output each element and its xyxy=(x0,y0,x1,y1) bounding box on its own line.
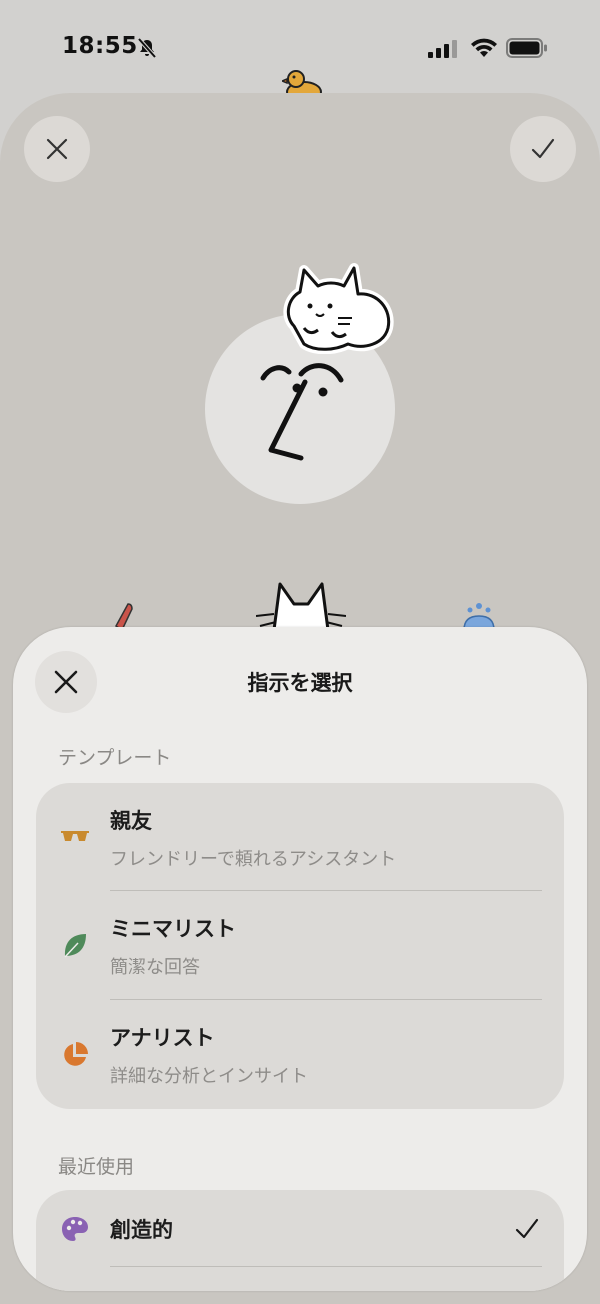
battery-icon xyxy=(506,38,547,58)
instruction-picker-sheet: 指示を選択 テンプレート 親友 フレンドリーで頼れるアシスタント ミニマリスト … xyxy=(13,627,587,1291)
chili-sticker-icon xyxy=(115,603,133,630)
palette-icon xyxy=(60,1214,90,1244)
templates-section-label: テンプレート xyxy=(58,747,172,769)
cat-sticker-icon xyxy=(283,263,394,354)
bell-slash-icon xyxy=(137,37,157,59)
recent-section-label: 最近使用 xyxy=(58,1156,135,1178)
template-item-minimalist[interactable]: ミニマリスト 簡潔な回答 xyxy=(36,891,564,1000)
leaf-icon xyxy=(60,931,90,961)
recent-title: 創造的 xyxy=(110,1218,173,1242)
close-icon xyxy=(46,138,68,160)
checkmark-icon xyxy=(531,138,555,159)
cat-peek-sticker-icon xyxy=(256,582,346,630)
template-subtitle: 簡潔な回答 xyxy=(110,957,200,978)
wifi-icon xyxy=(471,38,497,57)
recent-card: 創造的 xyxy=(36,1190,564,1291)
template-title: ミニマリスト xyxy=(110,917,236,941)
template-title: 親友 xyxy=(110,809,152,833)
background-confirm-button[interactable] xyxy=(510,116,576,182)
status-time: 18:55 xyxy=(62,33,138,59)
recent-item-creative[interactable]: 創造的 xyxy=(36,1190,564,1266)
sheet-title: 指示を選択 xyxy=(247,671,353,695)
sunglasses-icon xyxy=(60,821,90,851)
template-title: アナリスト xyxy=(110,1026,215,1050)
template-item-analyst[interactable]: アナリスト 詳細な分析とインサイト xyxy=(36,1000,564,1109)
template-subtitle: 詳細な分析とインサイト xyxy=(110,1066,308,1087)
divider xyxy=(110,1266,542,1267)
checkmark-icon xyxy=(515,1218,539,1239)
template-subtitle: フレンドリーで頼れるアシスタント xyxy=(110,849,397,870)
background-close-button[interactable] xyxy=(24,116,90,182)
template-item-best-friend[interactable]: 親友 フレンドリーで頼れるアシスタント xyxy=(36,783,564,891)
pie-chart-icon xyxy=(60,1040,90,1070)
templates-card: 親友 フレンドリーで頼れるアシスタント ミニマリスト 簡潔な回答 アナリスト 詳… xyxy=(36,783,564,1109)
signal-icon xyxy=(428,40,457,58)
